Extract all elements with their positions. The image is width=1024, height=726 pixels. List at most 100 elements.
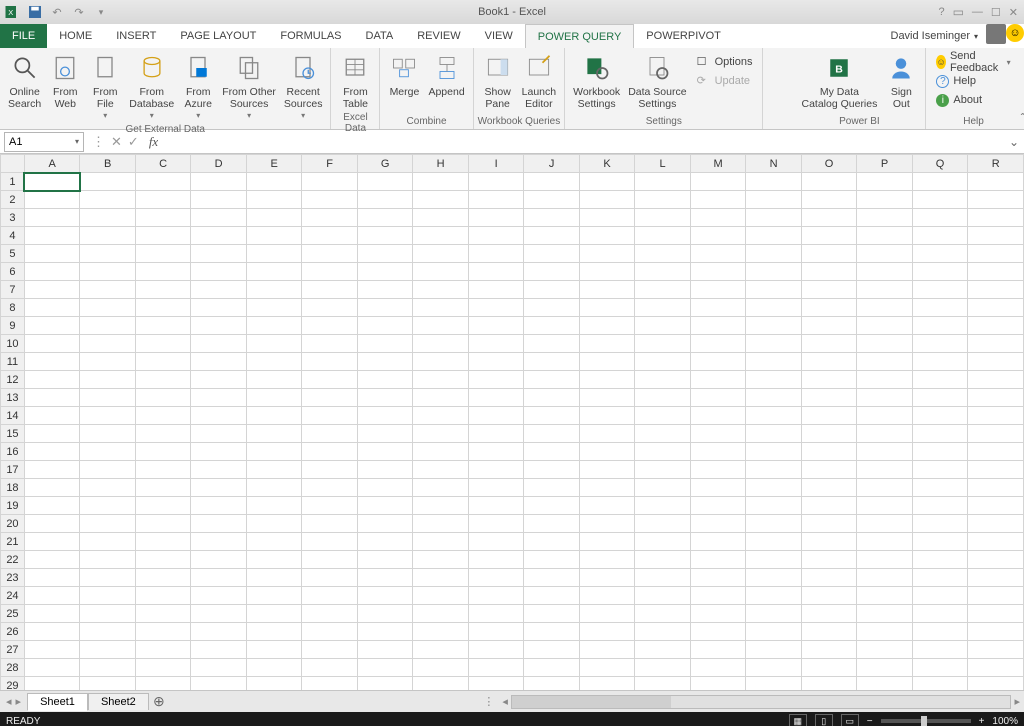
cell[interactable] [24,461,80,479]
feedback-smiley-icon[interactable]: ☺ [1006,24,1024,42]
cell[interactable] [413,587,469,605]
cell[interactable] [579,551,635,569]
cell[interactable] [635,497,690,515]
cell[interactable] [246,443,302,461]
cell[interactable] [690,515,746,533]
cell[interactable] [413,605,469,623]
cell[interactable] [801,263,857,281]
cell[interactable] [968,191,1024,209]
cell[interactable] [246,227,302,245]
cell[interactable] [912,497,968,515]
row-header[interactable]: 16 [1,443,25,461]
cell[interactable] [80,479,136,497]
cell[interactable] [302,587,357,605]
cell[interactable] [635,227,690,245]
cell[interactable] [635,551,690,569]
cell[interactable] [357,299,413,317]
cell[interactable] [468,299,523,317]
cell[interactable] [468,263,523,281]
from-azure-button[interactable]: From Azure [178,50,218,124]
cell[interactable] [912,677,968,691]
show-pane-button[interactable]: Show Pane [478,50,518,112]
cell[interactable] [80,641,136,659]
cell[interactable] [246,569,302,587]
cell[interactable] [246,461,302,479]
merge-button[interactable]: Merge [384,50,424,100]
cell[interactable] [746,479,802,497]
cell[interactable] [857,461,913,479]
cell[interactable] [912,425,968,443]
cell[interactable] [191,191,247,209]
cell[interactable] [24,551,80,569]
cell[interactable] [468,245,523,263]
cell[interactable] [746,389,802,407]
row-header[interactable]: 22 [1,551,25,569]
cell[interactable] [135,425,191,443]
cell[interactable] [635,371,690,389]
row-header[interactable]: 29 [1,677,25,691]
cell[interactable] [24,497,80,515]
cell[interactable] [968,407,1024,425]
cell[interactable] [246,659,302,677]
cell[interactable] [857,677,913,691]
cell[interactable] [413,641,469,659]
cell[interactable] [357,317,413,335]
cell[interactable] [690,533,746,551]
cell[interactable] [690,659,746,677]
cell[interactable] [246,209,302,227]
cell[interactable] [302,389,357,407]
tab-view[interactable]: VIEW [473,24,525,48]
cell[interactable] [690,389,746,407]
cell[interactable] [24,407,80,425]
cell[interactable] [80,623,136,641]
formula-input[interactable] [166,132,1004,152]
view-normal-button[interactable]: ▦ [789,714,807,726]
cell[interactable] [135,281,191,299]
cell[interactable] [912,605,968,623]
cell[interactable] [968,515,1024,533]
cell[interactable] [413,677,469,691]
cell[interactable] [801,443,857,461]
cell[interactable] [191,371,247,389]
cell[interactable] [690,479,746,497]
cell[interactable] [690,623,746,641]
cell[interactable] [690,641,746,659]
cell[interactable] [635,533,690,551]
cell[interactable] [24,371,80,389]
cell[interactable] [857,299,913,317]
cell[interactable] [690,299,746,317]
cell[interactable] [857,533,913,551]
cell[interactable] [912,281,968,299]
cell[interactable] [746,443,802,461]
cell[interactable] [357,389,413,407]
cell[interactable] [579,479,635,497]
cell[interactable] [968,173,1024,191]
cell[interactable] [357,605,413,623]
cell[interactable] [413,623,469,641]
cell[interactable] [246,479,302,497]
cell[interactable] [801,191,857,209]
cell[interactable] [690,209,746,227]
cell[interactable] [579,641,635,659]
cell[interactable] [302,209,357,227]
cell[interactable] [801,209,857,227]
cell[interactable] [857,641,913,659]
cell[interactable] [246,425,302,443]
cell[interactable] [912,335,968,353]
cell[interactable] [80,677,136,691]
cell[interactable] [746,353,802,371]
cell[interactable] [246,245,302,263]
row-header[interactable]: 1 [1,173,25,191]
cell[interactable] [80,407,136,425]
cell[interactable] [468,371,523,389]
row-header[interactable]: 4 [1,227,25,245]
cell[interactable] [912,371,968,389]
cell[interactable] [524,281,579,299]
cell[interactable] [690,317,746,335]
from-table-button[interactable]: From Table [335,50,375,112]
cell[interactable] [357,263,413,281]
cell[interactable] [135,515,191,533]
enter-formula-icon[interactable]: ✓ [128,134,139,150]
cell[interactable] [135,191,191,209]
cell[interactable] [80,605,136,623]
